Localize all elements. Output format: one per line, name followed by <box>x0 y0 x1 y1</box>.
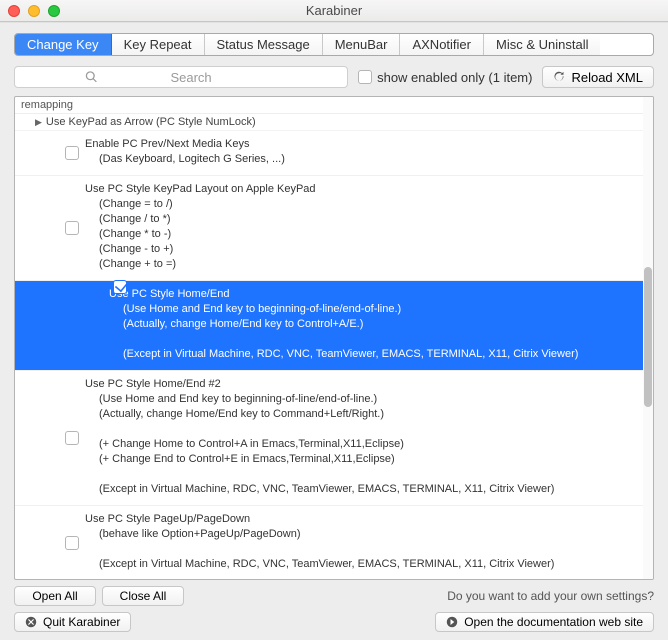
item-line: (+ Change End to Control+E in Emacs,Term… <box>85 452 633 467</box>
item-line: (Change = to /) <box>85 197 633 212</box>
bottom-row-1: Open All Close All Do you want to add yo… <box>14 586 654 606</box>
item-line: (Change * to -) <box>85 227 633 242</box>
window-controls <box>8 5 60 17</box>
disclosure-triangle-icon[interactable]: ▶ <box>35 117 42 128</box>
bottom-row-2: Quit Karabiner Open the documentation we… <box>14 612 654 632</box>
item-checkbox[interactable] <box>65 146 79 160</box>
item-line: (Das Keyboard, Logitech G Series, ...) <box>85 152 633 167</box>
close-all-label: Close All <box>120 589 167 603</box>
section-remapping: remapping <box>15 97 643 114</box>
item-line: (Change + to =) <box>85 257 633 272</box>
settings-list: remapping ▶ Use KeyPad as Arrow (PC Styl… <box>14 96 654 580</box>
item-text: Enable PC Prev/Next Media Keys (Das Keyb… <box>85 137 633 167</box>
quit-label: Quit Karabiner <box>43 615 120 629</box>
close-all-button[interactable]: Close All <box>102 586 184 606</box>
item-line: (Except in Virtual Machine, RDC, VNC, Te… <box>85 557 633 572</box>
close-circle-icon <box>25 616 37 628</box>
window-title: Karabiner <box>306 3 362 18</box>
controls-row: show enabled only (1 item) Reload XML <box>14 66 654 88</box>
list-item-media-keys[interactable]: Enable PC Prev/Next Media Keys (Das Keyb… <box>15 131 643 176</box>
show-enabled-only[interactable]: show enabled only (1 item) <box>358 70 532 85</box>
item-line: (Use Home and End key to beginning-of-li… <box>85 392 633 407</box>
tab-status-message[interactable]: Status Message <box>205 34 323 55</box>
tab-key-repeat[interactable]: Key Repeat <box>112 34 205 55</box>
list-item-home-end[interactable]: Use PC Style Home/End (Use Home and End … <box>15 281 643 371</box>
tab-menubar[interactable]: MenuBar <box>323 34 401 55</box>
zoom-window-button[interactable] <box>48 5 60 17</box>
arrow-right-circle-icon <box>446 616 458 628</box>
window-body: Change Key Key Repeat Status Message Men… <box>0 22 668 640</box>
item-checkbox[interactable] <box>65 536 79 550</box>
scrollbar-thumb[interactable] <box>644 267 652 407</box>
reload-xml-label: Reload XML <box>571 70 643 85</box>
reload-xml-button[interactable]: Reload XML <box>542 66 654 88</box>
item-checkbox[interactable] <box>113 280 127 294</box>
item-title: Enable PC Prev/Next Media Keys <box>85 138 249 150</box>
list-row-label: Use KeyPad as Arrow (PC Style NumLock) <box>46 116 256 128</box>
scrollbar[interactable] <box>643 97 653 579</box>
settings-list-viewport[interactable]: remapping ▶ Use KeyPad as Arrow (PC Styl… <box>15 97 643 579</box>
tab-bar: Change Key Key Repeat Status Message Men… <box>14 33 654 56</box>
item-title: Use PC Style PageUp/PageDown <box>85 513 250 525</box>
add-settings-hint: Do you want to add your own settings? <box>447 589 654 603</box>
list-item-pageup-pagedown[interactable]: Use PC Style PageUp/PageDown (behave lik… <box>15 506 643 579</box>
item-line: (Change / to *) <box>85 212 633 227</box>
item-text: Use PC Style Home/End (Use Home and End … <box>109 287 633 362</box>
item-checkbox[interactable] <box>65 431 79 445</box>
item-title: Use PC Style Home/End <box>109 288 229 300</box>
titlebar: Karabiner <box>0 0 668 22</box>
item-line: (behave like Option+PageUp/PageDown) <box>85 527 633 542</box>
item-line: (Actually, change Home/End key to Contro… <box>109 317 633 332</box>
open-all-button[interactable]: Open All <box>14 586 96 606</box>
item-line: (Use Home and End key to beginning-of-li… <box>109 302 633 317</box>
reload-icon <box>553 71 565 83</box>
item-line: (+ Change Home to Control+A in Emacs,Ter… <box>85 437 633 452</box>
search-field-wrapper <box>14 66 348 88</box>
item-title: Use PC Style KeyPad Layout on Apple KeyP… <box>85 183 316 195</box>
item-checkbox[interactable] <box>65 221 79 235</box>
item-text: Use PC Style Home/End #2 (Use Home and E… <box>85 377 633 497</box>
item-line: (Actually, change Home/End key to Comman… <box>85 407 633 422</box>
list-item-keypad-layout[interactable]: Use PC Style KeyPad Layout on Apple KeyP… <box>15 176 643 281</box>
item-line: (Except in Virtual Machine, RDC, VNC, Te… <box>109 347 633 362</box>
item-line: (Change - to +) <box>85 242 633 257</box>
open-docs-label: Open the documentation web site <box>464 615 643 629</box>
show-enabled-checkbox[interactable] <box>358 70 372 84</box>
quit-button[interactable]: Quit Karabiner <box>14 612 131 632</box>
close-window-button[interactable] <box>8 5 20 17</box>
tab-misc-uninstall[interactable]: Misc & Uninstall <box>484 34 600 55</box>
item-text: Use PC Style KeyPad Layout on Apple KeyP… <box>85 182 633 272</box>
show-enabled-label: show enabled only (1 item) <box>377 70 532 85</box>
search-icon <box>85 71 98 84</box>
list-item-home-end-2[interactable]: Use PC Style Home/End #2 (Use Home and E… <box>15 371 643 506</box>
tab-change-key[interactable]: Change Key <box>15 34 112 55</box>
item-title: Use PC Style Home/End #2 <box>85 378 221 390</box>
item-text: Use PC Style PageUp/PageDown (behave lik… <box>85 512 633 572</box>
open-docs-button[interactable]: Open the documentation web site <box>435 612 654 632</box>
minimize-window-button[interactable] <box>28 5 40 17</box>
open-all-label: Open All <box>32 589 77 603</box>
tab-axnotifier[interactable]: AXNotifier <box>400 34 484 55</box>
list-row-keypad-arrow[interactable]: ▶ Use KeyPad as Arrow (PC Style NumLock) <box>15 114 643 131</box>
item-line: (Except in Virtual Machine, RDC, VNC, Te… <box>85 482 633 497</box>
